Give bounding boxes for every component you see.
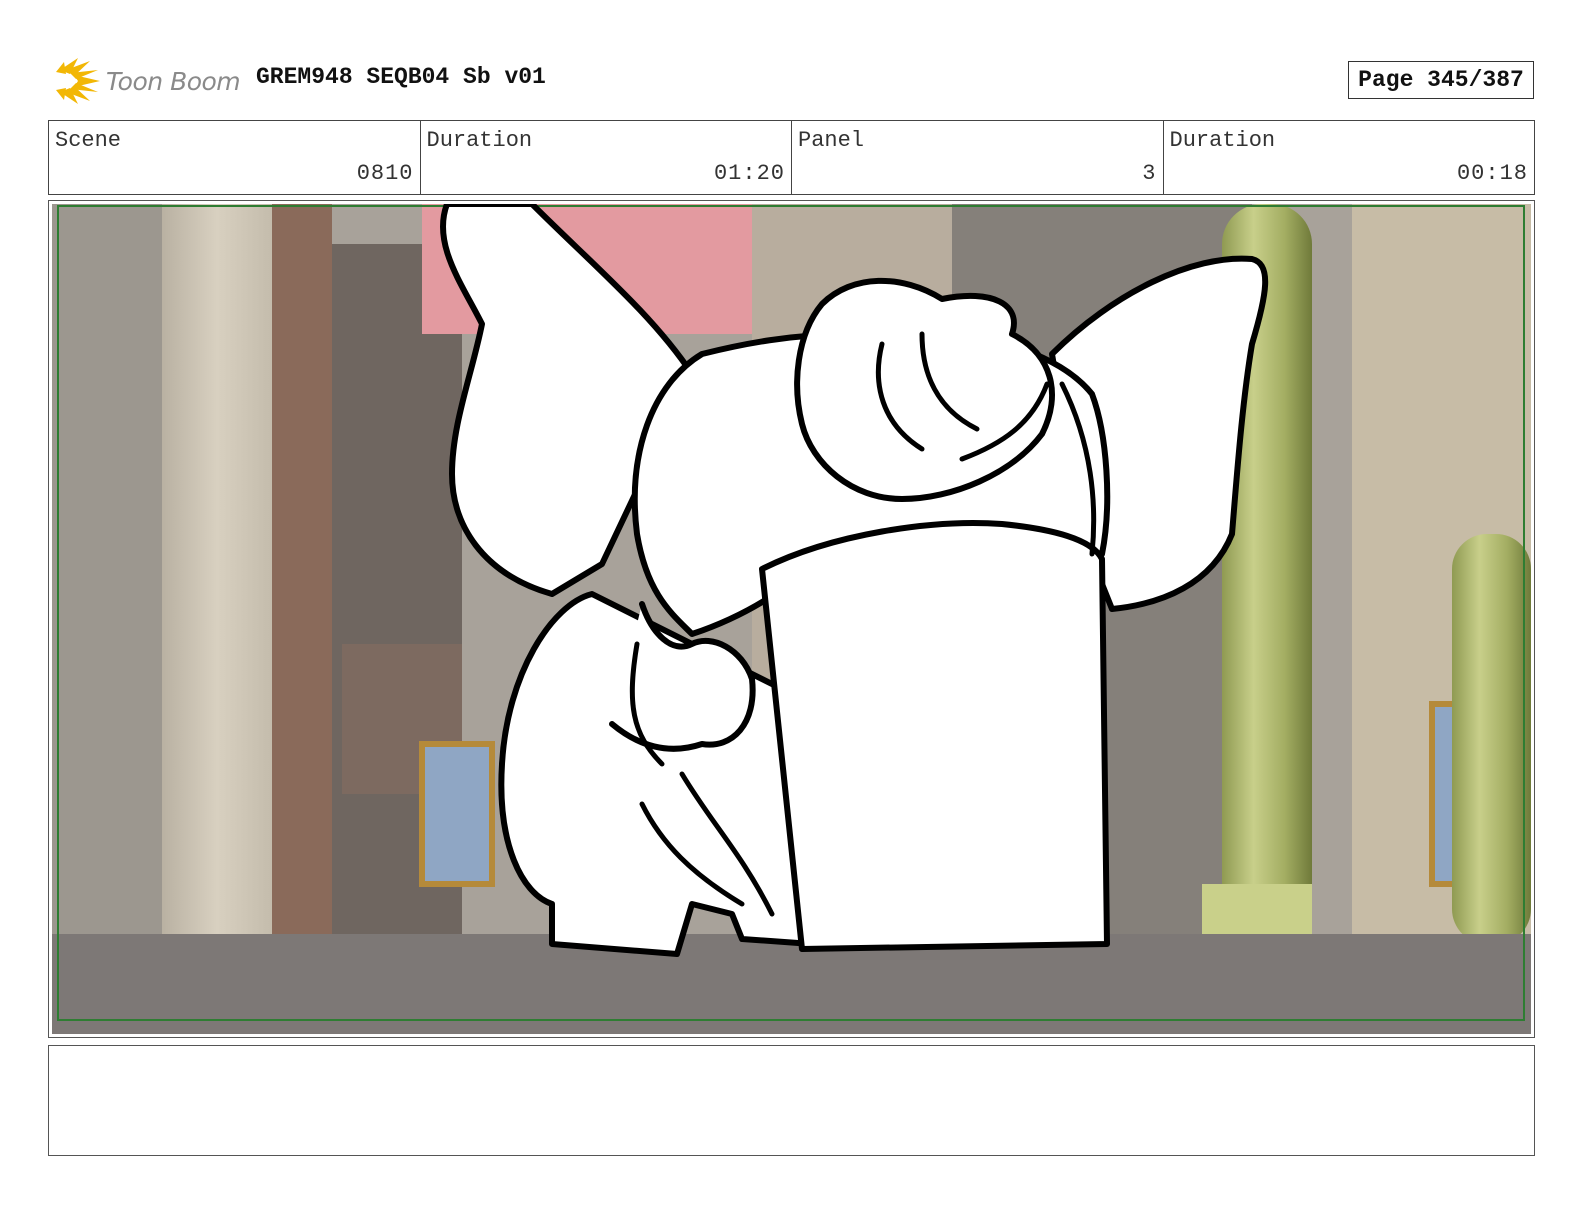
toon-boom-logo: Toon Boom (52, 56, 241, 106)
wood-column (272, 204, 332, 944)
page-indicator: Page 345/387 (1348, 61, 1534, 99)
scene-cell: Scene 0810 (49, 121, 421, 194)
left-pillar (52, 204, 172, 944)
blue-window-left (419, 741, 495, 887)
scene-duration-value: 01:20 (713, 161, 785, 186)
logo-wordmark: Toon Boom (106, 66, 241, 96)
left-wall-panel (162, 204, 272, 944)
sunburst-icon (56, 58, 100, 104)
scene-info-table: Scene 0810 Duration 01:20 Panel 3 Durati… (48, 120, 1535, 195)
scene-value: 0810 (356, 161, 414, 186)
panel-duration-cell: Duration 00:18 (1164, 121, 1535, 194)
held-box (759, 520, 1110, 952)
panel-value: 3 (1142, 161, 1157, 186)
panel-label: Panel (798, 128, 865, 153)
panel-notes-box (48, 1045, 1535, 1156)
panel-artwork (52, 204, 1531, 1034)
scene-duration-cell: Duration 01:20 (421, 121, 792, 194)
scene-duration-label: Duration (426, 128, 533, 153)
scene-label: Scene (55, 128, 122, 153)
panel-duration-label: Duration (1169, 128, 1276, 153)
green-pipe-right (1452, 534, 1531, 944)
panel-cell: Panel 3 (792, 121, 1164, 194)
storyboard-drawing (52, 204, 1531, 1034)
document-title: GREM948 SEQB04 Sb v01 (256, 64, 546, 90)
panel-duration-value: 00:18 (1456, 161, 1528, 186)
